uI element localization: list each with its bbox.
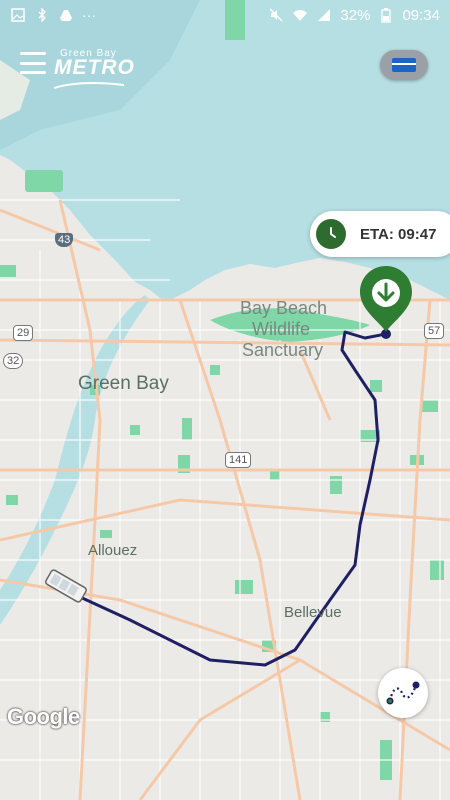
signal-icon xyxy=(316,7,332,23)
wifi-icon xyxy=(292,7,308,23)
drive-icon xyxy=(58,7,74,23)
eta-badge: ETA: 09:47 xyxy=(310,211,450,257)
route-icon xyxy=(386,681,420,705)
more-icon: ··· xyxy=(82,7,96,23)
clock-time: 09:34 xyxy=(402,6,440,24)
shield-29: 29 xyxy=(13,325,34,341)
map-label-allouez: Allouez xyxy=(88,542,138,559)
credit-card-icon xyxy=(392,58,416,72)
map-label-sanctuary: Sanctuary xyxy=(242,340,324,360)
menu-icon[interactable] xyxy=(20,52,46,74)
mute-icon xyxy=(268,7,284,23)
battery-icon xyxy=(378,7,394,23)
payment-card-button[interactable] xyxy=(380,50,428,80)
app-logo: Green Bay METRO xyxy=(53,48,135,95)
google-attribution: Google xyxy=(7,704,80,729)
logo-big-text: METRO xyxy=(54,56,135,79)
map-label-bellevue: Bellevue xyxy=(284,604,342,621)
bluetooth-icon xyxy=(34,7,50,23)
image-icon xyxy=(10,7,26,23)
clock-icon xyxy=(316,219,346,249)
battery-percent: 32% xyxy=(340,6,371,24)
map-label-wildlife: Wildlife xyxy=(252,319,311,339)
status-bar: ··· 32% 09:34 xyxy=(0,0,450,30)
map-label-green-bay: Green Bay xyxy=(78,373,169,394)
shield-32: 32 xyxy=(3,353,24,369)
map-label-bay-beach: Bay Beach xyxy=(240,298,328,318)
shield-141: 141 xyxy=(225,452,252,468)
eta-label: ETA: 09:47 xyxy=(360,225,437,243)
route-toggle-button[interactable] xyxy=(378,668,428,718)
shield-57: 57 xyxy=(424,323,445,339)
